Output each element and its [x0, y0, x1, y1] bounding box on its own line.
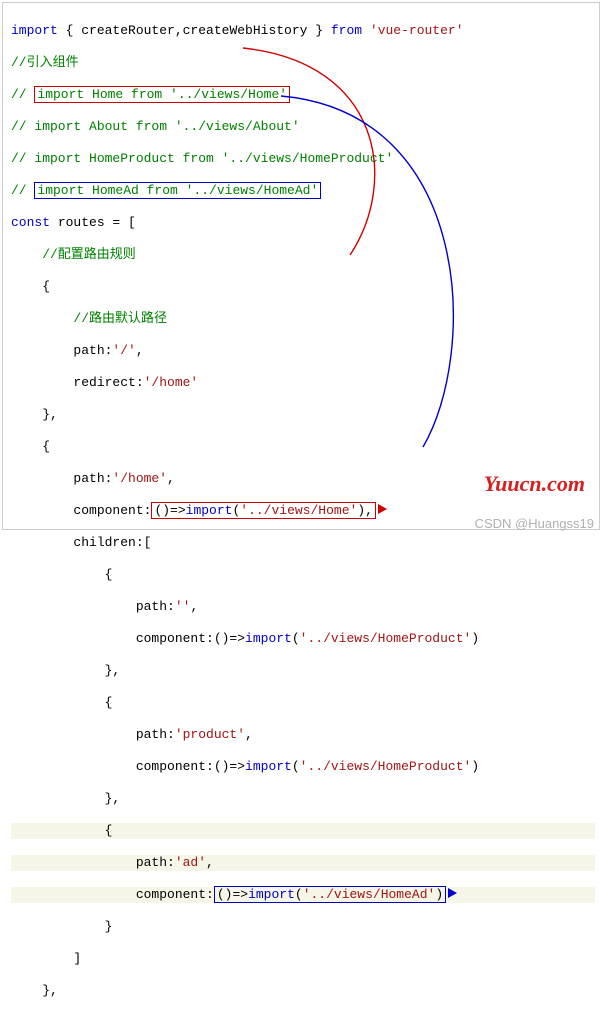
highlight-red-source: import Home from '../views/Home': [34, 86, 290, 103]
highlight-blue-source: import HomeAd from '../views/HomeAd': [34, 182, 321, 199]
highlight-blue-target: ()=>import('../views/HomeAd'): [214, 886, 446, 903]
arrow-head-blue-icon: [448, 888, 457, 898]
csdn-attribution: CSDN @Huangss19: [475, 516, 594, 531]
keyword: import: [11, 23, 58, 38]
code-screenshot: import { createRouter,createWebHistory }…: [2, 2, 600, 530]
highlight-red-target: ()=>import('../views/Home'),: [151, 502, 375, 519]
watermark: Yuucn.com: [484, 471, 585, 497]
comment: //引入组件: [11, 55, 595, 71]
arrow-head-red-icon: [378, 504, 387, 514]
